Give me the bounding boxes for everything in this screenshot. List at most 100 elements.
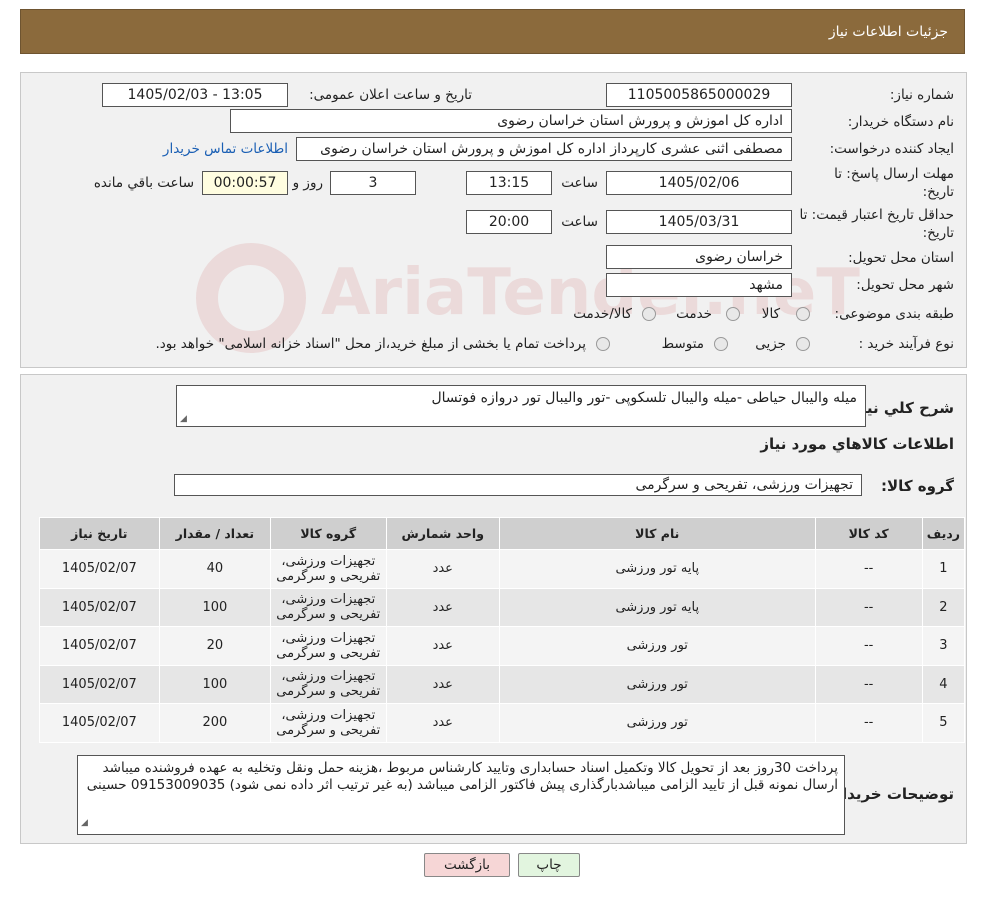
cell-unit: عدد [385,549,501,589]
creator-label: ایجاد کننده درخواست: [829,141,954,157]
table-row: 5 -- تور ورزشی عدد تجهیزات ورزشی، تفریحی… [39,703,966,743]
cell-group: تجهیزات ورزشی، تفریحی و سرگرمی [270,703,387,743]
cell-unit: عدد [385,703,501,743]
remaining-label: ساعت باقي مانده [93,175,194,191]
group-field: تجهیزات ورزشی، تفریحی و سرگرمی [174,474,862,496]
items-section-title: اطلاعات کالاهاي مورد نیاز [760,435,954,453]
process-radio-minor[interactable] [796,337,810,351]
category-option-goods-service: کالا/خدمت [573,306,632,322]
back-button[interactable]: بازگشت [424,853,510,877]
cell-group: تجهیزات ورزشی، تفریحی و سرگرمی [270,549,387,589]
cell-quantity: 40 [158,549,272,589]
category-radio-goods[interactable] [796,307,810,321]
need-number-field: 1105005865000029 [606,83,792,107]
cell-group: تجهیزات ورزشی، تفریحی و سرگرمی [270,626,387,666]
deadline-label: مهلت ارسال پاسخ: تا تاریخ: [834,166,954,200]
notes-text: پرداخت 30روز بعد از تحویل کالا وتکمیل اس… [86,760,838,793]
cell-group: تجهیزات ورزشی، تفریحی و سرگرمی [270,587,387,627]
days-label: روز و [292,175,323,191]
category-radio-goods-service[interactable] [642,307,656,321]
notes-field: پرداخت 30روز بعد از تحویل کالا وتکمیل اس… [77,755,845,835]
process-note: پرداخت تمام یا بخشی از مبلغ خرید،از محل … [155,336,586,352]
notes-section: توضیحات خریدار: پرداخت 30روز بعد از تحوی… [21,745,966,843]
print-button[interactable]: چاپ [518,853,580,877]
cell-row-number: 1 [921,549,966,589]
cell-name: پایه تور ورزشی [499,587,816,627]
resize-handle-icon[interactable]: ◢ [180,414,187,424]
items-panel: شرح کلي نیاز: میله والیبال حیاطی -میله و… [20,374,967,844]
summary-field: میله والیبال حیاطی -میله والیبال تلسکوپی… [176,385,866,427]
col-header-group: گروه کالا [270,517,387,550]
cell-date: 1405/02/07 [39,626,160,666]
province-field: خراسان رضوی [606,245,792,269]
page-title: جزئیات اطلاعات نیاز [828,23,948,40]
cell-row-number: 2 [921,587,966,627]
buyer-label: نام دستگاه خریدار: [847,114,954,130]
category-label: طبقه بندی موضوعی: [834,306,954,322]
summary-text: میله والیبال حیاطی -میله والیبال تلسکوپی… [431,390,857,406]
province-label: استان محل تحویل: [848,250,954,266]
need-number-label: شماره نیاز: [889,87,954,103]
cell-row-number: 5 [921,703,966,743]
process-option-minor: جزیی [755,336,786,352]
cell-code: -- [814,549,923,589]
cell-name: تور ورزشی [499,664,816,704]
cell-code: -- [814,626,923,666]
col-header-name: نام کالا [499,517,816,550]
creator-field: مصطفی اثنی عشری کارپرداز اداره کل اموزش … [296,137,792,161]
col-header-unit: واحد شمارش [385,517,501,550]
group-label: گروه کالا: [881,477,954,495]
cell-date: 1405/02/07 [39,664,160,704]
city-label: شهر محل تحویل: [856,277,954,293]
cell-date: 1405/02/07 [39,587,160,627]
cell-unit: عدد [385,664,501,704]
cell-code: -- [814,703,923,743]
cell-quantity: 100 [158,587,272,627]
table-header-row: ردیف کد کالا نام کالا واحد شمارش گروه کا… [39,517,966,550]
city-field: مشهد [606,273,792,297]
cell-code: -- [814,664,923,704]
cell-unit: عدد [385,587,501,627]
cell-date: 1405/02/07 [39,703,160,743]
cell-quantity: 200 [158,703,272,743]
cell-quantity: 20 [158,626,272,666]
cell-date: 1405/02/07 [39,549,160,589]
category-option-service: خدمت [676,306,712,322]
col-header-quantity: تعداد / مقدار [158,517,272,550]
table-row: 1 -- پایه تور ورزشی عدد تجهیزات ورزشی، ت… [39,549,966,589]
process-label: نوع فرآیند خرید : [858,336,954,352]
resize-handle-icon[interactable]: ◢ [81,815,88,832]
table-row: 3 -- تور ورزشی عدد تجهیزات ورزشی، تفریحی… [39,626,966,666]
process-option-medium: متوسط [661,336,704,352]
details-panel: AriaTender.neT شماره نیاز: 1105005865000… [20,72,967,368]
cell-name: تور ورزشی [499,626,816,666]
process-radio-treasury[interactable] [596,337,610,351]
category-radio-service[interactable] [726,307,740,321]
process-radio-medium[interactable] [714,337,728,351]
validity-time-field: 20:00 [466,210,552,234]
cell-unit: عدد [385,626,501,666]
announce-field: 1405/02/03 - 13:05 [102,83,288,107]
cell-row-number: 3 [921,626,966,666]
cell-code: -- [814,587,923,627]
days-field: 3 [330,171,416,195]
cell-name: تور ورزشی [499,703,816,743]
validity-date-field: 1405/03/31 [606,210,792,234]
cell-quantity: 100 [158,664,272,704]
items-table: ردیف کد کالا نام کالا واحد شمارش گروه کا… [39,517,966,743]
cell-group: تجهیزات ورزشی، تفریحی و سرگرمی [270,664,387,704]
col-header-date: تاریخ نیاز [39,517,160,550]
category-option-goods: کالا [761,306,780,322]
deadline-time-field: 13:15 [466,171,552,195]
validity-label: حداقل تاریخ اعتبار قیمت: تا تاریخ: [799,207,954,241]
validity-time-label: ساعت [561,214,598,230]
buyer-field: اداره کل اموزش و پرورش استان خراسان رضوی [230,109,792,133]
remaining-time-field: 00:00:57 [202,171,288,195]
cell-name: پایه تور ورزشی [499,549,816,589]
buyer-contact-link[interactable]: اطلاعات تماس خریدار [163,141,288,157]
cell-row-number: 4 [921,664,966,704]
announce-label: تاریخ و ساعت اعلان عمومی: [309,87,472,103]
deadline-date-field: 1405/02/06 [606,171,792,195]
notes-label: توضیحات خریدار: [827,785,954,803]
col-header-code: کد کالا [814,517,923,550]
